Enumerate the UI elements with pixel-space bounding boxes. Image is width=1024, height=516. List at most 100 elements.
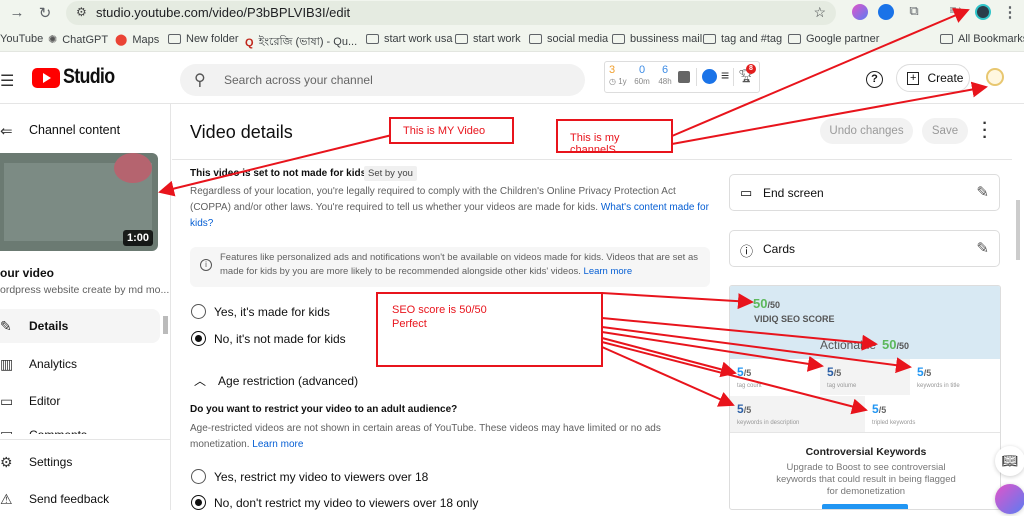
radio-restrict-no[interactable]: No, don't restrict my video to viewers o… [191,495,478,510]
folder-icon [940,34,953,44]
coppa-text: Regardless of your location, you're lega… [190,186,709,229]
stats-chart-icon[interactable] [678,71,690,83]
forward-icon[interactable]: → [7,4,27,21]
vidiq-seo-panel: 50/50 VIDIQ SEO SCORE Actionable 50/50 5/… [729,285,1001,510]
feedback-icon: ⚠ [0,490,13,507]
bookmark-chatgpt[interactable]: ✺ ChatGPT [48,33,108,47]
radio-made-for-kids-yes[interactable]: Yes, it's made for kids [191,304,330,319]
set-by-badge: Set by you [364,166,417,181]
more-options-icon[interactable]: · · · [982,116,988,146]
bookmark-quora[interactable]: Q ইংরেজি (ভাষা) - Qu... [245,33,357,52]
studio-logo-text[interactable]: Studio [63,65,115,89]
divider [733,68,734,86]
address-bar[interactable]: ⚙ studio.youtube.com/video/P3bBPLVIB3I/e… [66,1,836,25]
video-thumbnail[interactable]: 1:00 [0,153,158,251]
bookmark-maps[interactable]: ⬤ Maps [115,33,159,47]
bookmark-star-icon[interactable]: ☆ [813,4,826,21]
sidebar-item-analytics[interactable]: ▥ Analytics [0,347,160,381]
radio-restrict-yes[interactable]: Yes, restrict my video to viewers over 1… [191,469,428,484]
edit-pencil-icon[interactable]: ✎ [976,183,989,201]
pencil-icon: ✎ [0,317,12,334]
video-description: ordpress website create by md mo... [0,284,170,296]
bookmark-google-partner[interactable]: Google partner [788,33,879,45]
ai-extension-icon[interactable] [852,4,868,20]
gear-icon: ⚙ [0,453,13,470]
sidebar-item-details[interactable]: ✎ Details [0,309,160,343]
sidebar-item-settings[interactable]: ⚙ Settings [0,445,160,479]
sidebar: ⇐ Channel content 1:00 our video ordpres… [0,104,171,510]
folder-icon [168,34,181,44]
bookmark-tag[interactable]: tag and #tag [703,33,782,45]
browser-toolbar: → ↻ ⚙ studio.youtube.com/video/P3bBPLVIB… [0,0,1024,28]
bookmark-bussiness-mail[interactable]: bussiness mail [612,33,702,45]
timer-icon: ◷ [609,77,619,86]
annotation-seo-score: SEO score is 50/50 Perfect [376,292,603,367]
radio-made-for-kids-no[interactable]: No, it's not made for kids [191,331,346,346]
sidebar-item-comments[interactable]: ▤ Comments [0,420,160,434]
metric-tag-count: 5/5 tag count [730,359,820,395]
page-scrollbar[interactable] [1016,200,1020,260]
divider [696,68,697,86]
seo-score-label: VIDIQ SEO SCORE [754,314,835,324]
annotation-my-channel: This is my channelS [556,119,673,156]
vidiq-logo-icon[interactable] [702,69,717,84]
undo-changes-button[interactable]: Undo changes [820,118,913,144]
vidiq-stat-1y[interactable]: 3 ◷ 1y [609,65,627,87]
controversial-desc: Upgrade to Boost to see controversial ke… [776,462,956,497]
divider [730,432,1000,433]
vidiq-stat-60m[interactable]: 0 60m [632,65,652,87]
profile-avatar[interactable] [975,4,991,20]
bookmark-social-media[interactable]: social media [529,33,608,45]
bookmark-start-work[interactable]: start work [455,33,521,45]
video-title: our video [0,266,55,280]
radio-button[interactable] [191,469,206,484]
bookmark-start-work-usa[interactable]: start work usa [366,33,452,45]
browser-menu-icon[interactable]: ⋮ [1000,3,1020,21]
create-button[interactable]: + Create [896,64,970,92]
reader-mode-icon[interactable]: 📖︎ [995,446,1024,476]
edit-pencil-icon[interactable]: ✎ [976,239,989,257]
seo-score-header: 50/50 VIDIQ SEO SCORE Actionable 50/50 [730,286,1000,359]
bookmark-new-folder[interactable]: New folder [168,33,239,45]
bookmark-youtube[interactable]: YouTube [0,33,43,45]
learn-more-link[interactable]: Learn more [584,266,633,277]
kids-status: This video is set to not made for kids [190,168,367,179]
extensions-icon[interactable]: ⧉ [904,3,924,19]
reload-icon[interactable]: ↻ [35,4,55,22]
folder-icon [455,34,468,44]
search-input[interactable]: ⚲ Search across your channel [180,64,585,96]
radio-button-selected[interactable] [191,331,206,346]
video-duration: 1:00 [122,230,153,246]
all-bookmarks[interactable]: All Bookmarks [940,33,1024,45]
age-learn-more-link[interactable]: Learn more [252,439,303,450]
help-icon[interactable]: ? [866,71,883,88]
site-info-icon[interactable]: ⚙ [76,5,87,19]
youtube-logo-icon[interactable] [32,68,60,88]
save-button[interactable]: Save [922,118,968,144]
vidiq-extension-icon[interactable] [878,4,894,20]
end-screen-card[interactable]: ▭ End screen ✎ [729,174,1000,211]
vidiq-stat-48h[interactable]: 6 48h [655,65,675,87]
search-placeholder: Search across your channel [224,73,373,87]
sidebar-scrollbar[interactable] [163,316,168,334]
channel-avatar[interactable] [986,68,1004,86]
media-control-icon[interactable]: ≡♪ [946,3,966,17]
sidebar-item-send-feedback[interactable]: ⚠ Send feedback [0,482,160,516]
back-arrow-icon[interactable]: ⇐ [0,122,13,140]
radio-button-selected[interactable] [191,495,206,510]
studio-header: ☰ Studio ⚲ Search across your channel 3 … [0,52,1024,104]
sidebar-item-editor[interactable]: ▭ Editor [0,384,160,418]
radio-button[interactable] [191,304,206,319]
thumbnail-face [114,153,152,183]
metric-keywords-in-title: 5/5 keywords in title [910,359,1000,395]
menu-icon[interactable]: ☰ [0,71,14,91]
cards-card[interactable]: ⓘ Cards ✎ [729,230,1000,267]
list-icon[interactable]: ≡ [721,67,729,83]
age-restriction-toggle[interactable]: ︿ Age restriction (advanced) [194,372,358,389]
upgrade-button[interactable] [822,504,908,509]
metric-tag-volume: 5/5 tag volume [820,359,910,395]
search-icon: ⚲ [194,72,206,89]
info-icon: ⓘ [740,244,754,259]
folder-icon [703,34,716,44]
info-icon: i [200,259,212,271]
